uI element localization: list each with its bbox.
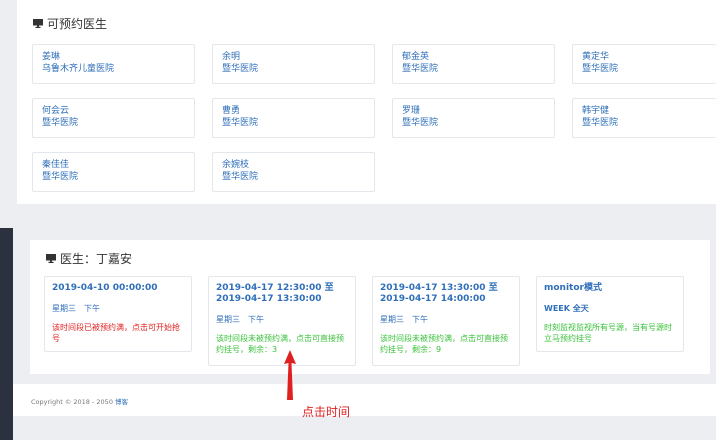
doctor-hospital: 暨华医院	[582, 64, 619, 74]
slot-weekday: 星期三 下午	[380, 315, 428, 324]
monitor-icon	[46, 254, 56, 263]
slot-status-note: 该时间段已被预约满，点击可开始抢号	[52, 323, 180, 343]
slot-time-start: 2019-04-17 12:30:00 至	[216, 283, 334, 293]
doctor-card[interactable]: 秦佳佳 暨华医院	[32, 152, 195, 192]
footer-blog-link[interactable]: 博客	[115, 398, 128, 406]
slot-weekday: 星期三 下午	[52, 304, 100, 313]
slot-time-end: 2019-04-17 13:30:00	[216, 294, 322, 304]
doctor-name: 秦佳佳	[42, 160, 70, 170]
sidebar-edge	[0, 228, 13, 440]
doctor-hospital: 暨华医院	[402, 118, 439, 128]
annotation-arrow-icon	[284, 350, 296, 400]
doctor-name: 余明	[222, 52, 241, 62]
footer-copyright: Copyright © 2018 - 2050 博客	[31, 398, 129, 406]
doctor-detail-title: 医生：丁嘉安	[46, 250, 132, 267]
doctor-name: 何会云	[42, 106, 70, 116]
doctor-card[interactable]: 姜琳 乌鲁木齐儿童医院	[32, 44, 195, 84]
page-footer: Copyright © 2018 - 2050 博客	[13, 384, 716, 416]
doctor-name: 余婉枝	[222, 160, 250, 170]
doctor-card[interactable]: 黄定华 暨华医院	[572, 44, 716, 84]
slot-status-note: 该时间段未被预约满，点击可直接预约挂号，剩余：9	[380, 334, 508, 354]
doctor-card[interactable]: 韩宇健 暨华医院	[572, 98, 716, 138]
monitor-mode-card[interactable]: monitor模式 WEEK 全天 时刻监视监视所有号源，当有号源时立马预约挂号	[536, 276, 684, 352]
doctor-hospital: 暨华医院	[42, 118, 79, 128]
time-slot-card[interactable]: 2019-04-10 00:00:00 星期三 下午 该时间段已被预约满，点击可…	[44, 276, 192, 352]
slot-status-note: 时刻监视监视所有号源，当有号源时立马预约挂号	[544, 323, 672, 343]
doctor-card[interactable]: 余婉枝 暨华医院	[212, 152, 375, 192]
doctor-hospital: 乌鲁木齐儿童医院	[42, 64, 115, 74]
doctor-name: 黄定华	[582, 52, 610, 62]
slot-weekday: WEEK 全天	[544, 304, 589, 313]
available-doctors-title: 可预约医生	[33, 15, 107, 32]
doctor-name: 罗珊	[402, 106, 421, 116]
available-doctors-panel: 可预约医生 姜琳 乌鲁木齐儿童医院 余明 暨华医院 郁金英 暨华医院 黄定华 暨…	[17, 0, 716, 204]
doctor-card[interactable]: 余明 暨华医院	[212, 44, 375, 84]
doctor-hospital: 暨华医院	[222, 172, 259, 182]
doctor-hospital: 暨华医院	[222, 118, 259, 128]
time-slot-card[interactable]: 2019-04-17 13:30:00 至 2019-04-17 14:00:0…	[372, 276, 520, 366]
monitor-icon	[33, 19, 43, 28]
doctor-detail-panel: 医生：丁嘉安 2019-04-10 00:00:00 星期三 下午 该时间段已被…	[30, 240, 710, 374]
doctor-hospital: 暨华医院	[402, 64, 439, 74]
slot-time: 2019-04-10 00:00:00	[52, 283, 158, 293]
doctor-name: 韩宇健	[582, 106, 610, 116]
slot-time-end: 2019-04-17 14:00:00	[380, 294, 486, 304]
doctor-name: 姜琳	[42, 52, 61, 62]
monitor-mode-label: monitor模式	[544, 283, 602, 293]
doctor-card[interactable]: 罗珊 暨华医院	[392, 98, 555, 138]
slot-weekday: 星期三 下午	[216, 315, 264, 324]
slot-time-start: 2019-04-17 13:30:00 至	[380, 283, 498, 293]
doctor-name: 郁金英	[402, 52, 430, 62]
doctor-hospital: 暨华医院	[222, 64, 259, 74]
doctor-hospital: 暨华医院	[42, 172, 79, 182]
doctor-card[interactable]: 曹勇 暨华医院	[212, 98, 375, 138]
doctor-card[interactable]: 郁金英 暨华医院	[392, 44, 555, 84]
doctor-name: 曹勇	[222, 106, 241, 116]
annotation-label: 点击时间	[302, 405, 351, 419]
doctor-hospital: 暨华医院	[582, 118, 619, 128]
doctor-card[interactable]: 何会云 暨华医院	[32, 98, 195, 138]
